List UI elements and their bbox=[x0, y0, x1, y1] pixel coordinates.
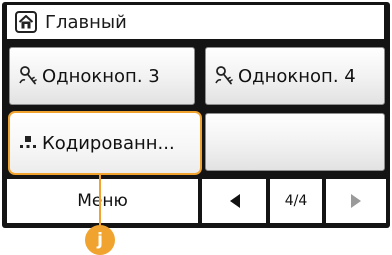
user-key-icon bbox=[19, 66, 37, 85]
one-touch-button-3[interactable]: Однокноп. 3 bbox=[9, 47, 195, 105]
tile-label: Однокноп. 3 bbox=[42, 65, 160, 87]
page-title: Главный bbox=[45, 11, 127, 33]
previous-page-button[interactable] bbox=[204, 179, 266, 223]
menu-button[interactable]: Меню bbox=[7, 179, 198, 223]
divider bbox=[198, 179, 202, 223]
next-page-button[interactable] bbox=[326, 179, 386, 223]
callout-badge: j bbox=[85, 225, 115, 255]
empty-tile[interactable] bbox=[205, 113, 385, 171]
home-icon bbox=[15, 11, 37, 33]
bottom-bar: Меню 4/4 bbox=[7, 179, 386, 223]
title-bar: Главный bbox=[7, 5, 384, 39]
tile-label: Однокноп. 4 bbox=[238, 65, 356, 87]
device-screen: Главный Однокноп. 3 Однокноп. 4 Кодирова… bbox=[2, 2, 390, 228]
user-key-icon bbox=[215, 66, 233, 85]
one-touch-button-4[interactable]: Однокноп. 4 bbox=[205, 47, 385, 105]
tile-label: Кодированн... bbox=[42, 132, 175, 154]
triangle-left-icon bbox=[230, 194, 240, 208]
coded-dial-icon bbox=[20, 136, 36, 148]
menu-label: Меню bbox=[77, 191, 128, 211]
triangle-right-icon bbox=[351, 194, 361, 208]
coded-dial-button[interactable]: Кодированн... bbox=[8, 111, 202, 175]
callout-line bbox=[99, 173, 101, 229]
page-indicator: 4/4 bbox=[284, 193, 308, 209]
